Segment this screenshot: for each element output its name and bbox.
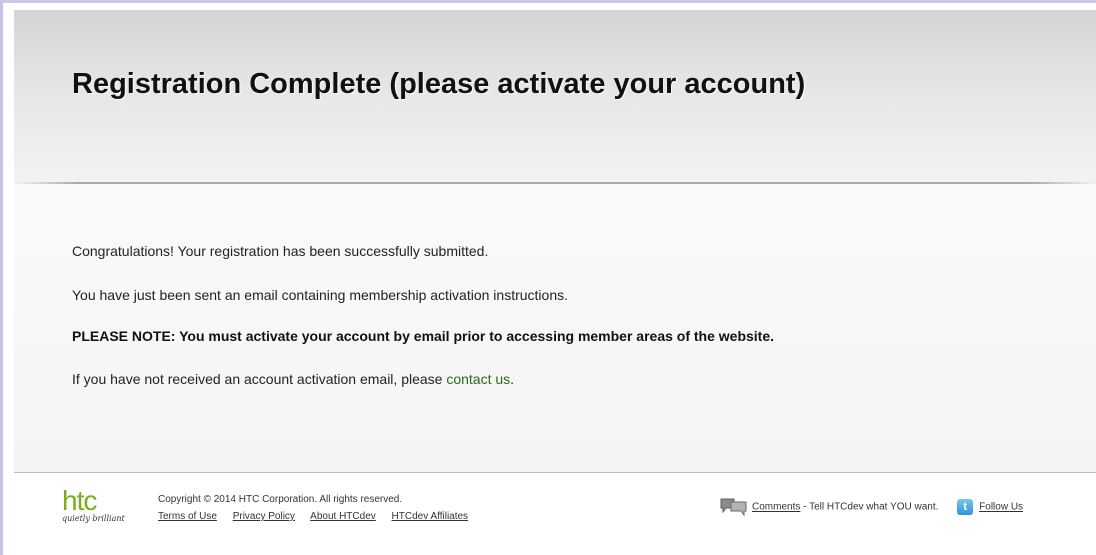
htc-logo[interactable]: htc quietly brilliant xyxy=(62,485,142,527)
terms-of-use-link[interactable]: Terms of Use xyxy=(158,511,217,522)
follow-us-link[interactable]: Follow Us xyxy=(979,502,1023,513)
contact-message-prefix: If you have not received an account acti… xyxy=(72,371,447,387)
page-title: Registration Complete (please activate y… xyxy=(72,68,806,100)
twitter-icon[interactable]: t xyxy=(957,499,974,515)
speech-bubbles-icon[interactable] xyxy=(720,497,748,517)
comments-link[interactable]: Comments xyxy=(752,502,800,513)
email-sent-message: You have just been sent an email contain… xyxy=(72,287,568,303)
footer-links: Terms of Use Privacy Policy About HTCdev… xyxy=(158,511,481,522)
contact-message-suffix: . xyxy=(510,371,515,387)
logo-tagline: quietly brilliant xyxy=(62,514,125,523)
footer-social: Comments - Tell HTCdev what YOU want. tF… xyxy=(720,497,1023,517)
privacy-policy-link[interactable]: Privacy Policy xyxy=(233,511,295,522)
contact-us-link[interactable]: contact us xyxy=(446,371,510,387)
contact-message: If you have not received an account acti… xyxy=(72,371,514,387)
logo-wordmark: htc xyxy=(62,485,97,516)
comments-description: - Tell HTCdev what YOU want. xyxy=(800,501,939,513)
about-htcdev-link[interactable]: About HTCdev xyxy=(310,511,376,522)
htcdev-affiliates-link[interactable]: HTCdev Affiliates xyxy=(392,511,469,522)
congratulations-message: Congratulations! Your registration has b… xyxy=(72,243,489,259)
copyright-text: Copyright © 2014 HTC Corporation. All ri… xyxy=(158,494,403,505)
activation-note: PLEASE NOTE: You must activate your acco… xyxy=(72,328,775,344)
